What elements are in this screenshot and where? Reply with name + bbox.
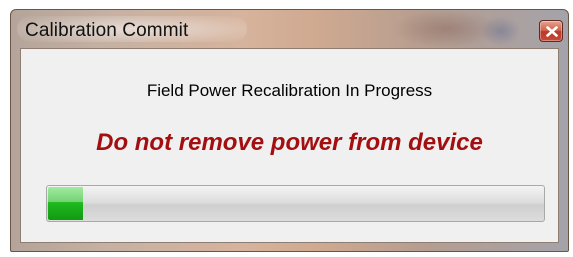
background-blur xyxy=(481,16,521,46)
progress-shine xyxy=(48,187,83,202)
progress-bar xyxy=(46,185,545,222)
close-button[interactable] xyxy=(539,20,563,42)
status-message: Field Power Recalibration In Progress xyxy=(146,81,433,100)
calibration-commit-window: Calibration Commit Field Power Recalibra… xyxy=(10,9,569,252)
title-bar[interactable]: Calibration Commit xyxy=(11,10,568,48)
window-title: Calibration Commit xyxy=(25,20,189,41)
warning-message: Do not remove power from device xyxy=(96,129,483,156)
dialog-body: Field Power Recalibration In Progress Do… xyxy=(20,48,559,243)
progress-bar-fill xyxy=(48,187,83,220)
close-icon xyxy=(546,26,558,37)
